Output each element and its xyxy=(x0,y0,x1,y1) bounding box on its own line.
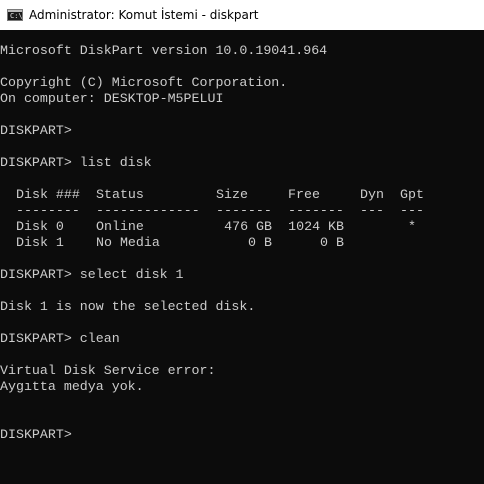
cell-gpt xyxy=(400,235,424,251)
cell-disk: Disk 0 xyxy=(16,219,64,234)
header-gpt: Gpt xyxy=(400,187,424,202)
command-list-disk: DISKPART> list disk xyxy=(0,155,152,170)
command-select-disk: DISKPART> select disk 1 xyxy=(0,267,184,282)
cell-dyn xyxy=(360,219,384,235)
current-prompt[interactable]: DISKPART> xyxy=(0,427,484,443)
version-line: Microsoft DiskPart version 10.0.19041.96… xyxy=(0,43,328,58)
separator-free: ------- xyxy=(288,203,344,218)
header-free: Free xyxy=(288,187,320,202)
table-row: Disk 0 Online 476 GB 1024 KB * xyxy=(16,219,484,235)
command-prompt-icon-glyph: C:\ xyxy=(10,12,23,20)
cell-status: Online xyxy=(96,219,144,234)
separator-disk: -------- xyxy=(16,203,80,218)
separator-status: ------------- xyxy=(96,203,200,218)
cell-dyn xyxy=(360,235,384,251)
cell-gpt: * xyxy=(408,219,416,234)
console-output[interactable]: Microsoft DiskPart version 10.0.19041.96… xyxy=(0,43,484,484)
cell-free: 1024 KB xyxy=(288,219,344,234)
separator-size: ------- xyxy=(216,203,272,218)
header-size: Size xyxy=(216,187,248,202)
cell-size: 476 GB xyxy=(224,219,272,234)
window-title: Administrator: Komut İstemi - diskpart xyxy=(29,8,259,22)
cell-disk: Disk 1 xyxy=(16,235,64,250)
cell-size: 0 B xyxy=(248,235,272,250)
prompt-line: DISKPART> xyxy=(0,123,72,138)
table-row: Disk 1 No Media 0 B 0 B xyxy=(16,235,484,251)
title-bar[interactable]: C:\ Administrator: Komut İstemi - diskpa… xyxy=(0,0,484,30)
table-separator-row: -------- ------------- ------- ------- -… xyxy=(16,203,484,219)
table-header-row: Disk ### Status Size Free Dyn Gpt xyxy=(16,187,484,203)
select-result-line: Disk 1 is now the selected disk. xyxy=(0,299,256,314)
separator-dyn: --- xyxy=(360,203,384,218)
header-dyn: Dyn xyxy=(360,187,384,202)
separator-gpt: --- xyxy=(400,203,424,218)
header-status: Status xyxy=(96,187,144,202)
header-disk: Disk ### xyxy=(16,187,80,202)
command-prompt-window: C:\ Administrator: Komut İstemi - diskpa… xyxy=(0,0,484,484)
command-prompt-icon: C:\ xyxy=(7,9,23,21)
cell-status: No Media xyxy=(96,235,160,250)
error-message-line: Aygıtta medya yok. xyxy=(0,379,144,394)
disk-table: Disk ### Status Size Free Dyn Gpt ------… xyxy=(16,187,484,251)
computer-line: On computer: DESKTOP-M5PELUI xyxy=(0,91,224,106)
cell-free: 0 B xyxy=(320,235,344,250)
error-line: Virtual Disk Service error: xyxy=(0,363,216,378)
copyright-line: Copyright (C) Microsoft Corporation. xyxy=(0,75,288,90)
command-clean: DISKPART> clean xyxy=(0,331,120,346)
